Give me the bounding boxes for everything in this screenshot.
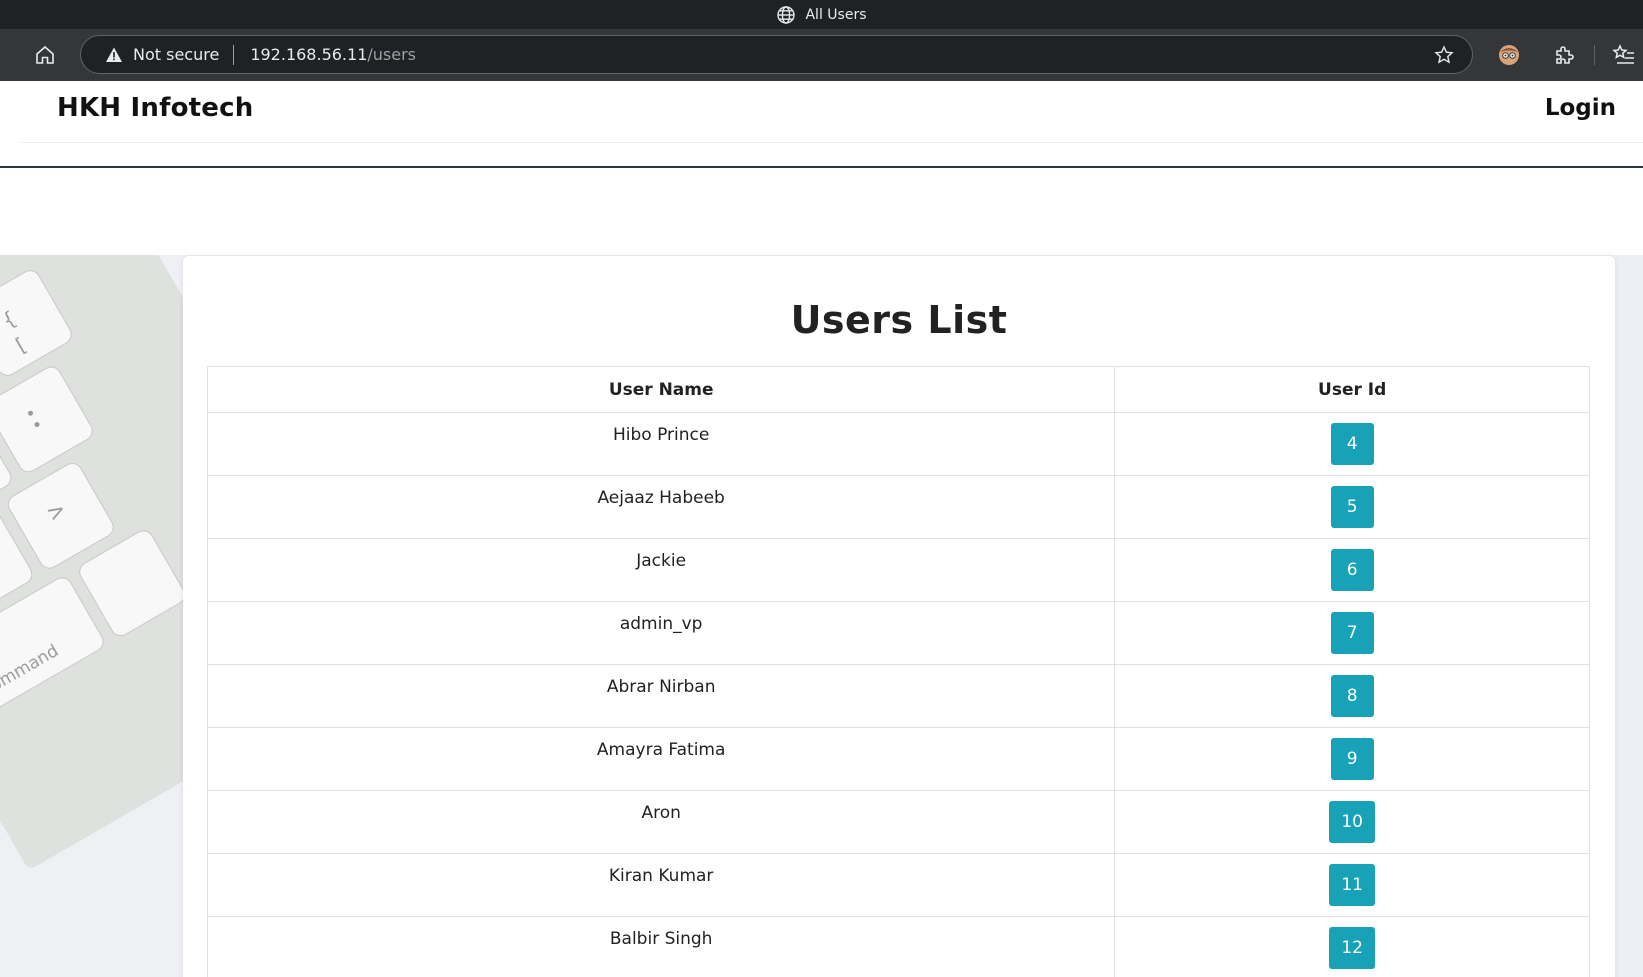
globe-icon xyxy=(776,5,796,25)
url-path[interactable]: /users xyxy=(367,45,416,64)
user-id-button[interactable]: 11 xyxy=(1329,864,1375,906)
user-id-cell: 11 xyxy=(1114,853,1590,917)
user-id-cell: 9 xyxy=(1114,727,1590,791)
table-row: Jackie 6 xyxy=(206,538,1590,602)
user-name-cell: Balbir Singh xyxy=(206,916,1116,977)
user-id-cell: 5 xyxy=(1114,475,1590,539)
user-name-cell: Aejaaz Habeeb xyxy=(206,475,1116,539)
table-row: Aejaaz Habeeb 5 xyxy=(206,475,1590,539)
user-name-cell: admin_vp xyxy=(206,601,1116,665)
profile-avatar-icon[interactable] xyxy=(1496,42,1522,68)
user-id-button[interactable]: 8 xyxy=(1330,675,1374,717)
users-card: Users List User Name User Id Hibo Prince… xyxy=(183,256,1615,977)
table-row: Abrar Nirban 8 xyxy=(206,664,1590,728)
url-host[interactable]: 192.168.56.11 xyxy=(250,45,367,64)
site-navbar: HKH Infotech Login xyxy=(0,81,1643,168)
user-name-cell: Abrar Nirban xyxy=(206,664,1116,728)
user-name-cell: Kiran Kumar xyxy=(206,853,1116,917)
table-row: Hibo Prince 4 xyxy=(206,412,1590,476)
user-name-cell: Hibo Prince xyxy=(206,412,1116,476)
user-id-button[interactable]: 9 xyxy=(1330,738,1374,780)
table-row: Kiran Kumar 11 xyxy=(206,853,1590,917)
user-id-button[interactable]: 10 xyxy=(1329,801,1375,843)
browser-toolbar: Not secure 192.168.56.11/users xyxy=(0,29,1643,81)
favorites-list-icon[interactable] xyxy=(1611,42,1637,68)
security-label[interactable]: Not secure xyxy=(133,45,219,64)
table-row: admin_vp 7 xyxy=(206,601,1590,665)
column-header-user-id: User Id xyxy=(1114,366,1590,413)
user-id-button[interactable]: 12 xyxy=(1329,927,1375,969)
user-name-cell: Aron xyxy=(206,790,1116,854)
toolbar-divider xyxy=(1594,45,1595,65)
table-row: Balbir Singh 12 xyxy=(206,916,1590,977)
column-header-user-name: User Name xyxy=(206,366,1116,413)
home-button[interactable] xyxy=(30,40,60,70)
web-page: HKH Infotech Login P { [ L < > xyxy=(0,81,1643,977)
address-separator xyxy=(233,44,235,65)
user-id-button[interactable]: 5 xyxy=(1330,486,1374,528)
user-id-button[interactable]: 4 xyxy=(1330,423,1374,465)
user-id-button[interactable]: 6 xyxy=(1330,549,1374,591)
user-id-cell: 12 xyxy=(1114,916,1590,977)
table-header-row: User Name User Id xyxy=(206,366,1590,413)
address-bar[interactable]: Not secure 192.168.56.11/users xyxy=(80,35,1473,74)
table-row: Aron 10 xyxy=(206,790,1590,854)
login-link[interactable]: Login xyxy=(1545,95,1616,121)
brand-logo[interactable]: HKH Infotech xyxy=(57,93,253,123)
user-id-button[interactable]: 7 xyxy=(1330,612,1374,654)
browser-titlebar: All Users xyxy=(0,0,1643,29)
user-id-cell: 10 xyxy=(1114,790,1590,854)
user-name-cell: Amayra Fatima xyxy=(206,727,1116,791)
user-name-cell: Jackie xyxy=(206,538,1116,602)
user-id-cell: 7 xyxy=(1114,601,1590,665)
users-table: User Name User Id Hibo Prince 4 Aejaaz H… xyxy=(206,366,1590,977)
user-id-cell: 8 xyxy=(1114,664,1590,728)
table-row: Amayra Fatima 9 xyxy=(206,727,1590,791)
user-id-cell: 6 xyxy=(1114,538,1590,602)
tab-title: All Users xyxy=(805,6,867,23)
user-id-cell: 4 xyxy=(1114,412,1590,476)
page-title: Users List xyxy=(790,298,1008,342)
navbar-divider xyxy=(20,142,1643,143)
bookmark-star-icon[interactable] xyxy=(1434,45,1454,65)
keyboard-background-image: P { [ L < > ⌘ command xyxy=(0,255,190,977)
home-icon xyxy=(36,45,54,64)
extensions-puzzle-icon[interactable] xyxy=(1551,42,1577,68)
warning-icon[interactable] xyxy=(105,46,123,64)
